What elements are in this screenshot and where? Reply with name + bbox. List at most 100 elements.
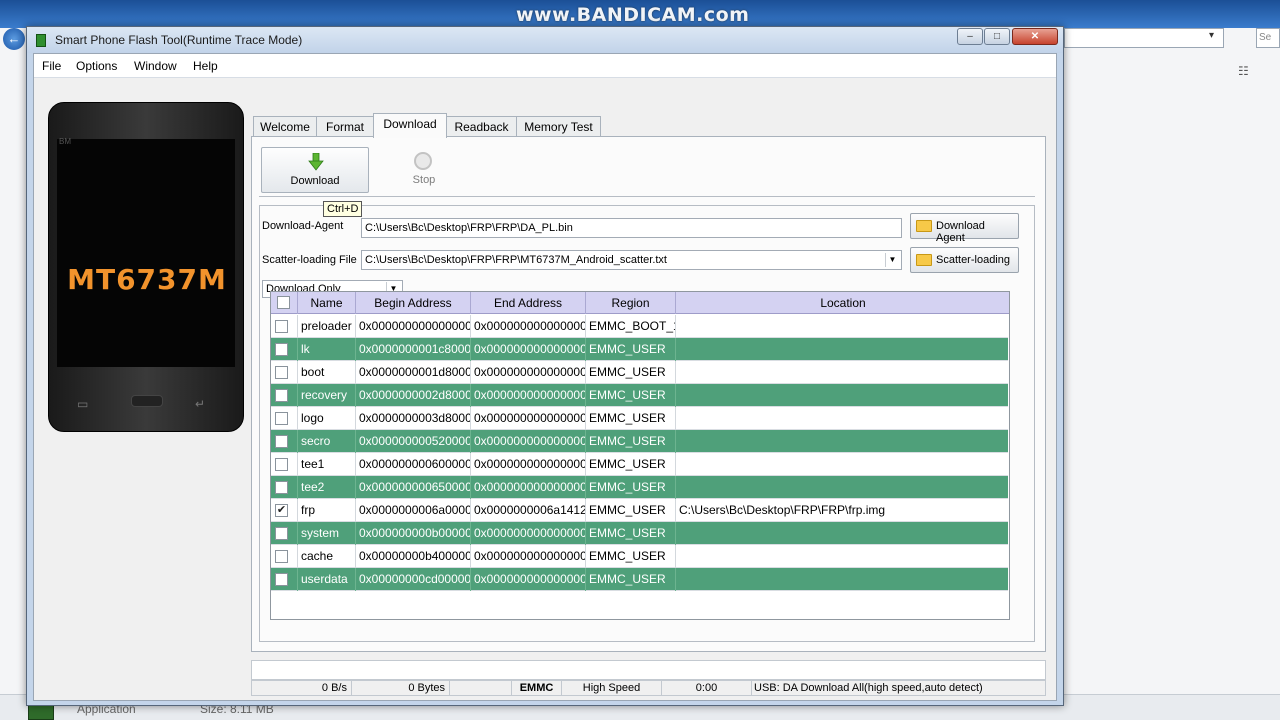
- close-button[interactable]: ✕: [1012, 28, 1058, 45]
- row-checkbox[interactable]: ✔: [275, 504, 288, 517]
- title-bar[interactable]: Smart Phone Flash Tool(Runtime Trace Mod…: [27, 27, 1063, 53]
- row-checkbox[interactable]: [275, 389, 288, 402]
- background-search-input[interactable]: Se: [1256, 28, 1280, 48]
- download-agent-field[interactable]: C:\Users\Bc\Desktop\FRP\FRP\DA_PL.bin: [361, 218, 902, 238]
- cell-location: [676, 476, 1008, 499]
- stop-button[interactable]: Stop: [389, 147, 459, 193]
- window-client: File Options Window Help BM MT6737M ▭ ↵ …: [33, 53, 1057, 701]
- stop-button-label: Stop: [412, 174, 436, 186]
- row-checkbox[interactable]: [275, 550, 288, 563]
- scatter-file-select[interactable]: C:\Users\Bc\Desktop\FRP\FRP\MT6737M_Andr…: [361, 250, 902, 270]
- download-agent-label: Download-Agent: [262, 220, 344, 232]
- menu-key-icon: ▭: [77, 397, 89, 411]
- phone-brand: BM: [59, 137, 71, 146]
- table-row[interactable]: lk 0x0000000001c80000 0x0000000000000000 EM…: [271, 338, 1008, 361]
- tab-readback[interactable]: Readback: [446, 116, 517, 138]
- table-row[interactable]: secro 0x0000000005200000 0x000000000000000…: [271, 430, 1008, 453]
- row-checkbox[interactable]: [275, 366, 288, 379]
- cell-end: 0x0000000000000000: [471, 522, 586, 545]
- download-agent-button[interactable]: Download Agent: [910, 213, 1019, 244]
- status-bytes: 0 Bytes: [352, 681, 450, 695]
- row-checkbox[interactable]: [275, 343, 288, 356]
- table-row[interactable]: cache 0x00000000b4000000 0x000000000000000…: [271, 545, 1008, 568]
- table-row[interactable]: tee1 0x0000000006000000 0x0000000000000000…: [271, 453, 1008, 476]
- status-connection: USB: DA Download All(high speed,auto det…: [754, 682, 983, 694]
- column-header-location[interactable]: Location: [676, 292, 1009, 314]
- table-row[interactable]: tee2 0x0000000006500000 0x0000000000000000…: [271, 476, 1008, 499]
- cell-end: 0x0000000000000000: [471, 361, 586, 384]
- cell-end: 0x0000000000000000: [471, 545, 586, 568]
- cell-name: system: [298, 522, 356, 545]
- cell-location: [676, 407, 1008, 430]
- tab-download[interactable]: Download: [373, 113, 447, 138]
- table-row[interactable]: logo 0x0000000003d80000 0x0000000000000000…: [271, 407, 1008, 430]
- table-row[interactable]: userdata 0x00000000cd000000 0x000000000000…: [271, 568, 1008, 591]
- row-checkbox[interactable]: [275, 527, 288, 540]
- row-checkbox[interactable]: [275, 320, 288, 333]
- stop-icon: [414, 152, 432, 170]
- download-tab-panel: Download Stop Ctrl+D Download-Agent C:\U…: [251, 136, 1046, 652]
- tab-welcome[interactable]: Welcome: [253, 116, 317, 138]
- tab-memory-test[interactable]: Memory Test: [516, 116, 601, 138]
- cell-location: [676, 384, 1008, 407]
- minimize-button[interactable]: –: [957, 28, 983, 45]
- row-checkbox[interactable]: [275, 435, 288, 448]
- column-header-region[interactable]: Region: [586, 292, 676, 314]
- menu-options[interactable]: Options: [76, 59, 117, 73]
- row-checkbox-cell: [271, 338, 298, 361]
- cell-end: 0x0000000000000000: [471, 315, 586, 338]
- bandicam-watermark: www.BANDICAM.com: [516, 4, 750, 26]
- row-checkbox[interactable]: [275, 412, 288, 425]
- row-checkbox[interactable]: [275, 481, 288, 494]
- row-checkbox-cell: [271, 476, 298, 499]
- download-button[interactable]: Download: [261, 147, 369, 193]
- cell-name: cache: [298, 545, 356, 568]
- column-header-begin-address[interactable]: Begin Address: [356, 292, 471, 314]
- column-header-name[interactable]: Name: [298, 292, 356, 314]
- cell-name: boot: [298, 361, 356, 384]
- view-options-icon[interactable]: ☷: [1238, 64, 1249, 78]
- table-row[interactable]: ✔ frp 0x0000000006a00000 0x0000000006a1412b…: [271, 499, 1008, 522]
- maximize-button[interactable]: □: [984, 28, 1010, 45]
- scatter-loading-button[interactable]: Scatter-loading: [910, 247, 1019, 273]
- cell-location: [676, 338, 1008, 361]
- phone-screen: [57, 139, 235, 367]
- status-spacer: [450, 681, 512, 695]
- cell-region: EMMC_USER: [586, 545, 676, 568]
- row-checkbox[interactable]: [275, 458, 288, 471]
- scatter-loading-button-label: Scatter-loading: [936, 254, 1010, 266]
- status-storage: EMMC: [512, 681, 562, 695]
- table-row[interactable]: system 0x000000000b000000 0x00000000000000…: [271, 522, 1008, 545]
- menu-file[interactable]: File: [42, 59, 61, 73]
- status-bar: 0 B/s 0 Bytes EMMC High Speed 0:00 USB: …: [251, 680, 1046, 696]
- cell-end: 0x0000000000000000: [471, 568, 586, 591]
- folder-icon: [916, 254, 932, 266]
- background-address-bar[interactable]: [1064, 28, 1224, 48]
- cell-begin: 0x0000000003d80000: [356, 407, 471, 430]
- select-all-checkbox[interactable]: [277, 296, 290, 309]
- table-header: Name Begin Address End Address Region Lo…: [271, 292, 1009, 314]
- select-all-cell: [271, 292, 298, 314]
- row-checkbox[interactable]: [275, 573, 288, 586]
- table-row[interactable]: preloader 0x0000000000000000 0x00000000000…: [271, 315, 1008, 338]
- cell-region: EMMC_BOOT_1: [586, 315, 676, 338]
- chevron-down-icon[interactable]: ▾: [1209, 30, 1214, 41]
- menu-help[interactable]: Help: [193, 59, 218, 73]
- cell-begin: 0x0000000006500000: [356, 476, 471, 499]
- cell-region: EMMC_USER: [586, 522, 676, 545]
- download-config-group: Download-Agent C:\Users\Bc\Desktop\FRP\F…: [259, 205, 1035, 642]
- scatter-file-value: C:\Users\Bc\Desktop\FRP\FRP\MT6737M_Andr…: [365, 254, 667, 266]
- column-header-end-address[interactable]: End Address: [471, 292, 586, 314]
- chevron-down-icon[interactable]: ▼: [885, 253, 899, 267]
- download-button-label: Download: [290, 175, 340, 187]
- back-arrow-icon[interactable]: ←: [3, 28, 25, 50]
- table-row[interactable]: recovery 0x0000000002d80000 0x000000000000…: [271, 384, 1008, 407]
- table-row[interactable]: boot 0x0000000001d80000 0x0000000000000000…: [271, 361, 1008, 384]
- cell-region: EMMC_USER: [586, 453, 676, 476]
- cell-begin: 0x0000000001d80000: [356, 361, 471, 384]
- cell-location: [676, 361, 1008, 384]
- tab-format[interactable]: Format: [316, 116, 374, 138]
- row-checkbox-cell: [271, 407, 298, 430]
- menu-window[interactable]: Window: [134, 59, 177, 73]
- cell-end: 0x0000000000000000: [471, 407, 586, 430]
